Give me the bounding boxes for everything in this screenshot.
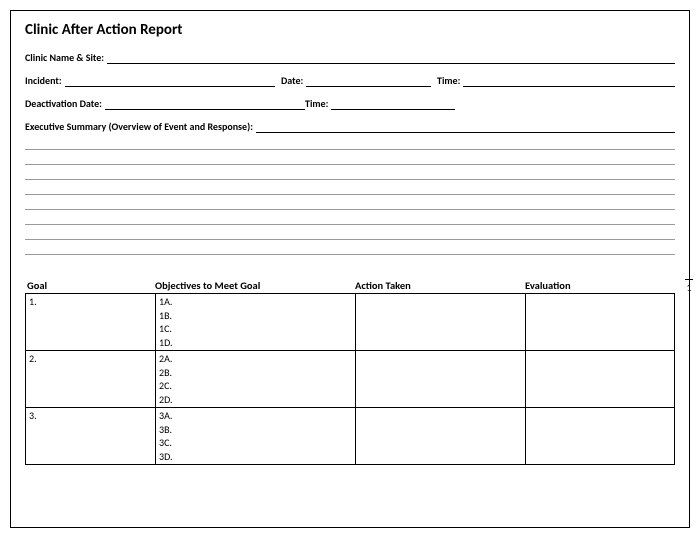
objective-line: 2D. (159, 393, 352, 407)
cell-goal[interactable]: 3. (26, 408, 156, 465)
table-header-row: Goal Objectives to Meet Goal Action Take… (25, 279, 675, 292)
summary-line[interactable] (25, 240, 675, 255)
time-label: Time: (437, 74, 460, 87)
deactivation-date-input[interactable] (105, 109, 305, 110)
goal-table: 1.1A.1B.1C.1D.2.2A.2B.2C.2D.3.3A.3B.3C.3… (25, 293, 675, 465)
deactivation-time-label: Time: (305, 97, 328, 110)
cell-evaluation[interactable] (526, 351, 675, 408)
cell-goal[interactable]: 2. (26, 351, 156, 408)
header-action: Action Taken (355, 279, 525, 292)
objective-line: 2A. (159, 352, 352, 366)
cell-action[interactable] (356, 294, 526, 351)
cell-evaluation[interactable] (526, 408, 675, 465)
goal-table-section: Goal Objectives to Meet Goal Action Take… (25, 279, 675, 465)
cell-action[interactable] (356, 351, 526, 408)
header-evaluation: Evaluation (525, 279, 675, 292)
clinic-name-label: Clinic Name & Site: (25, 51, 104, 64)
date-input[interactable] (306, 86, 431, 87)
summary-line[interactable] (25, 195, 675, 210)
objective-line: 3D. (159, 450, 352, 464)
table-row: 2.2A.2B.2C.2D. (26, 351, 675, 408)
summary-label: Executive Summary (Overview of Event and… (25, 120, 253, 133)
summary-line[interactable] (25, 135, 675, 150)
objective-line: 2B. (159, 366, 352, 380)
summary-line[interactable] (25, 165, 675, 180)
header-goal: Goal (25, 279, 155, 292)
summary-line[interactable] (25, 150, 675, 165)
summary-line[interactable] (25, 210, 675, 225)
header-objectives: Objectives to Meet Goal (155, 279, 355, 292)
objective-line: 1B. (159, 309, 352, 323)
table-row: 3.3A.3B.3C.3D. (26, 408, 675, 465)
objective-line: 3A. (159, 409, 352, 423)
cell-action[interactable] (356, 408, 526, 465)
deactivation-date-label: Deactivation Date: (25, 97, 102, 110)
table-row: 1.1A.1B.1C.1D. (26, 294, 675, 351)
objective-line: 3B. (159, 423, 352, 437)
clinic-name-input[interactable] (107, 63, 675, 64)
incident-row: Incident: Date: Time: (25, 74, 675, 87)
deactivation-time-input[interactable] (331, 109, 455, 110)
page-number: 1 (685, 279, 693, 294)
summary-first-line[interactable] (256, 132, 675, 133)
cell-objectives[interactable]: 2A.2B.2C.2D. (156, 351, 356, 408)
incident-label: Incident: (25, 74, 62, 87)
objective-line: 2C. (159, 379, 352, 393)
summary-line[interactable] (25, 225, 675, 240)
summary-line[interactable] (25, 180, 675, 195)
date-label: Date: (281, 74, 303, 87)
time-input[interactable] (463, 86, 675, 87)
summary-lines[interactable] (25, 135, 675, 255)
cell-goal[interactable]: 1. (26, 294, 156, 351)
document-page: Clinic After Action Report Clinic Name &… (10, 10, 690, 528)
objective-line: 1A. (159, 295, 352, 309)
cell-objectives[interactable]: 1A.1B.1C.1D. (156, 294, 356, 351)
objective-line: 1C. (159, 322, 352, 336)
objective-line: 3C. (159, 436, 352, 450)
page-title: Clinic After Action Report (25, 21, 675, 39)
deactivation-row: Deactivation Date: Time: (25, 97, 675, 110)
cell-evaluation[interactable] (526, 294, 675, 351)
cell-objectives[interactable]: 3A.3B.3C.3D. (156, 408, 356, 465)
clinic-name-row: Clinic Name & Site: (25, 51, 675, 64)
incident-input[interactable] (65, 86, 275, 87)
summary-row: Executive Summary (Overview of Event and… (25, 120, 675, 133)
objective-line: 1D. (159, 336, 352, 350)
